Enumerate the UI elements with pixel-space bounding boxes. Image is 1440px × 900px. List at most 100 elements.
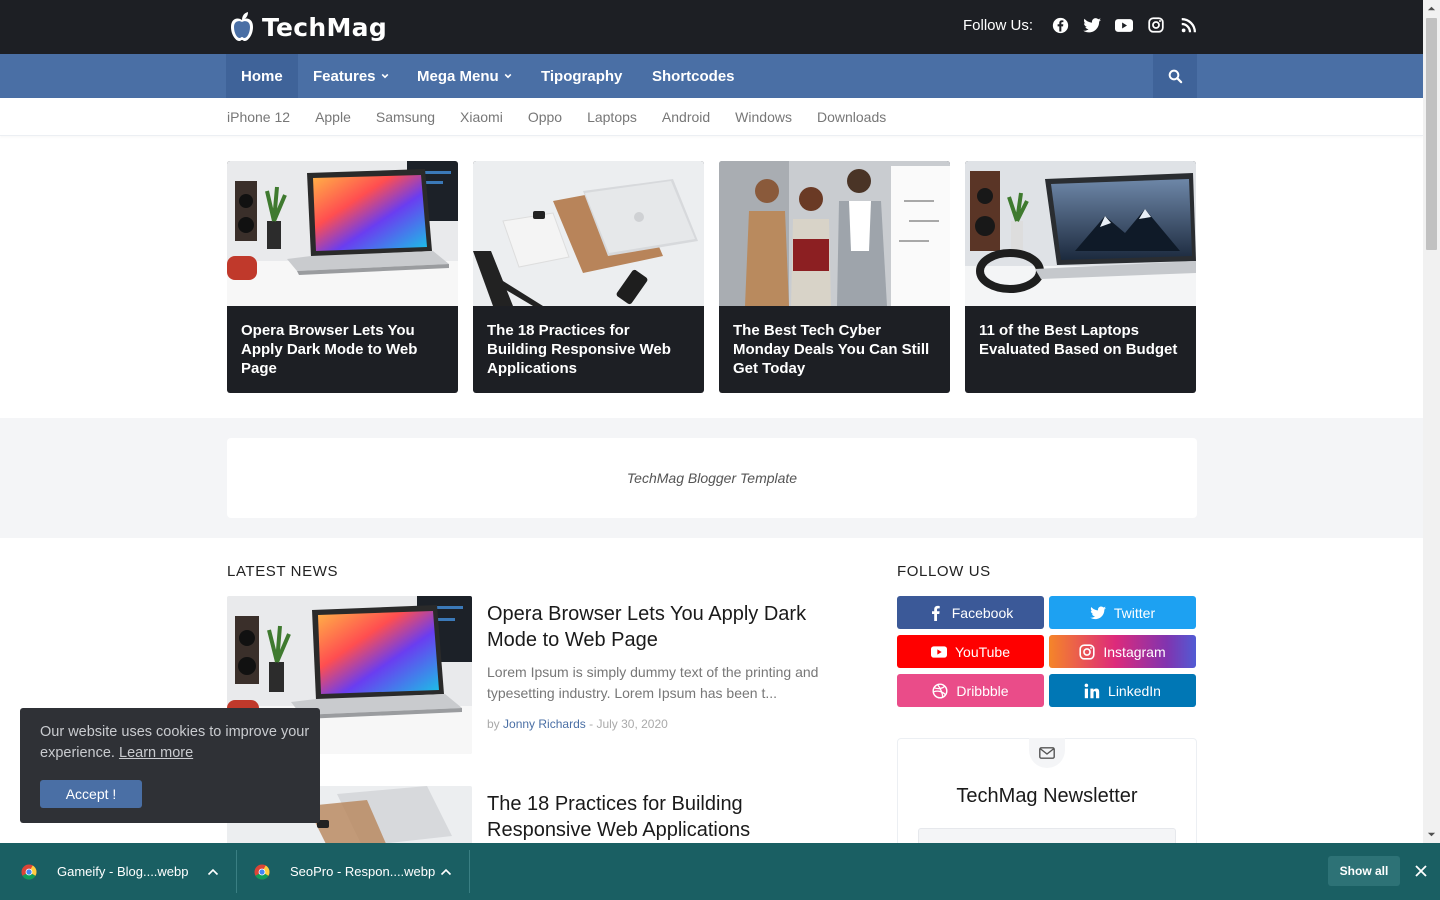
- nav-tipography-label: Tipography: [541, 67, 623, 85]
- featured-image: [719, 161, 950, 306]
- nav-shortcodes[interactable]: Shortcodes: [637, 54, 750, 98]
- linkedin-button[interactable]: LinkedIn: [1049, 674, 1196, 707]
- twitter-icon[interactable]: [1083, 16, 1101, 34]
- twitter-button[interactable]: Twitter: [1049, 596, 1196, 629]
- nav-home-label: Home: [241, 67, 283, 85]
- nav-mega-menu-label: Mega Menu: [417, 67, 499, 85]
- nav-features[interactable]: Features: [298, 54, 404, 98]
- linkedin-icon: [1084, 683, 1100, 698]
- post-date: July 30, 2020: [596, 717, 668, 731]
- post-meta: by Jonny Richards - July 30, 2020: [487, 717, 668, 731]
- featured-image: [965, 161, 1196, 306]
- subnav-windows[interactable]: Windows: [735, 109, 792, 125]
- chrome-icon: [21, 864, 37, 880]
- dribbble-button[interactable]: Dribbble: [897, 674, 1044, 707]
- search-icon: [1168, 69, 1182, 83]
- featured-card[interactable]: The Best Tech Cyber Monday Deals You Can…: [719, 161, 950, 393]
- rss-icon[interactable]: [1179, 16, 1197, 34]
- logo-text: TechMag: [262, 12, 388, 42]
- ad-band: TechMag Blogger Template: [0, 418, 1423, 538]
- nav-home[interactable]: Home: [226, 54, 298, 98]
- nav-mega-menu[interactable]: Mega Menu: [402, 54, 527, 98]
- download-separator: [469, 850, 470, 893]
- subnav-oppo[interactable]: Oppo: [528, 109, 562, 125]
- featured-card[interactable]: Opera Browser Lets You Apply Dark Mode t…: [227, 161, 458, 393]
- cookie-text: Our website uses cookies to improve your…: [40, 722, 310, 764]
- subnav-xiaomi[interactable]: Xiaomi: [460, 109, 503, 125]
- subnav-downloads[interactable]: Downloads: [817, 109, 886, 125]
- dribbble-label: Dribbble: [956, 682, 1009, 699]
- post-separator: -: [589, 717, 594, 731]
- youtube-label: YouTube: [954, 643, 1010, 660]
- newsletter-title: TechMag Newsletter: [956, 785, 1138, 807]
- dribbble-icon: [932, 682, 948, 699]
- subnav-samsung[interactable]: Samsung: [376, 109, 435, 125]
- chrome-icon: [254, 864, 270, 880]
- ad-box: TechMag Blogger Template: [227, 438, 1197, 518]
- post-author[interactable]: Jonny Richards: [503, 717, 586, 731]
- page-scrollbar[interactable]: [1423, 0, 1440, 843]
- chevron-up-icon[interactable]: [207, 868, 219, 876]
- header-follow: Follow Us:: [963, 16, 1197, 34]
- featured-card[interactable]: The 18 Practices for Building Responsive…: [473, 161, 704, 393]
- featured-title[interactable]: Opera Browser Lets You Apply Dark Mode t…: [241, 321, 446, 378]
- scroll-thumb[interactable]: [1426, 18, 1437, 250]
- latest-news-title: LATEST NEWS: [227, 563, 339, 580]
- nav-features-label: Features: [313, 67, 376, 85]
- cookie-notice: Our website uses cookies to improve your…: [20, 708, 320, 823]
- chevron-down-icon: [504, 73, 512, 79]
- subnav-android[interactable]: Android: [662, 109, 710, 125]
- instagram-icon[interactable]: [1147, 16, 1165, 34]
- subnav-iphone-12[interactable]: iPhone 12: [227, 109, 290, 125]
- download-item[interactable]: Gameify - Blog....webp: [21, 843, 189, 900]
- nav-shortcodes-label: Shortcodes: [652, 67, 735, 85]
- youtube-icon: [930, 645, 947, 658]
- site-logo[interactable]: TechMag: [226, 8, 387, 46]
- newsletter-widget: TechMag Newsletter: [897, 738, 1197, 862]
- download-item[interactable]: SeoPro - Respon....webp: [254, 843, 435, 900]
- chevron-down-icon: [381, 73, 388, 79]
- featured-title[interactable]: 11 of the Best Laptops Evaluated Based o…: [979, 321, 1184, 359]
- nav-tipography[interactable]: Tipography: [526, 54, 637, 98]
- learn-more-link[interactable]: Learn more: [119, 745, 193, 761]
- follow-us-title: FOLLOW US: [897, 563, 991, 580]
- post-title[interactable]: Opera Browser Lets You Apply Dark Mode t…: [487, 601, 847, 653]
- post-by: by: [487, 717, 500, 731]
- subnav-apple[interactable]: Apple: [315, 109, 351, 125]
- instagram-label: Instagram: [1103, 643, 1166, 660]
- show-all-button[interactable]: Show all: [1328, 856, 1400, 886]
- post-snippet: Lorem Ipsum is simply dummy text of the …: [487, 664, 819, 701]
- chevron-up-icon[interactable]: [440, 868, 452, 876]
- youtube-button[interactable]: YouTube: [897, 635, 1044, 668]
- facebook-button[interactable]: Facebook: [897, 596, 1044, 629]
- instagram-button[interactable]: Instagram: [1049, 635, 1196, 668]
- top-header: TechMag Follow Us:: [0, 0, 1423, 54]
- follow-label: Follow Us:: [962, 16, 1033, 34]
- download-filename: SeoPro - Respon....webp: [290, 864, 436, 879]
- subnav-laptops[interactable]: Laptops: [587, 109, 637, 125]
- youtube-icon[interactable]: [1115, 16, 1133, 34]
- instagram-icon: [1079, 643, 1095, 660]
- envelope-icon: [1029, 738, 1065, 768]
- featured-card[interactable]: 11 of the Best Laptops Evaluated Based o…: [965, 161, 1196, 393]
- main-nav: Home Features Mega Menu Tipography Short…: [0, 54, 1423, 98]
- linkedin-label: LinkedIn: [1108, 682, 1161, 699]
- scroll-down-icon[interactable]: [1427, 830, 1436, 839]
- post-title[interactable]: The 18 Practices for Building Responsive…: [487, 791, 847, 843]
- twitter-label: Twitter: [1113, 604, 1156, 621]
- ad-text: TechMag Blogger Template: [626, 470, 798, 486]
- featured-title[interactable]: The Best Tech Cyber Monday Deals You Can…: [733, 321, 938, 378]
- download-separator: [236, 850, 237, 893]
- featured-image: [473, 161, 704, 306]
- close-icon[interactable]: [1414, 864, 1428, 878]
- twitter-icon: [1090, 605, 1106, 619]
- search-button[interactable]: [1153, 54, 1197, 98]
- download-filename: Gameify - Blog....webp: [57, 864, 189, 879]
- sub-nav: iPhone 12 Apple Samsung Xiaomi Oppo Lapt…: [0, 98, 1423, 136]
- featured-image: [227, 161, 458, 306]
- facebook-icon[interactable]: [1051, 16, 1069, 34]
- featured-title[interactable]: The 18 Practices for Building Responsive…: [487, 321, 692, 378]
- download-bar: Gameify - Blog....webp SeoPro - Respon..…: [0, 843, 1440, 900]
- scroll-up-icon[interactable]: [1427, 4, 1436, 13]
- accept-cookies-button[interactable]: Accept !: [40, 780, 142, 808]
